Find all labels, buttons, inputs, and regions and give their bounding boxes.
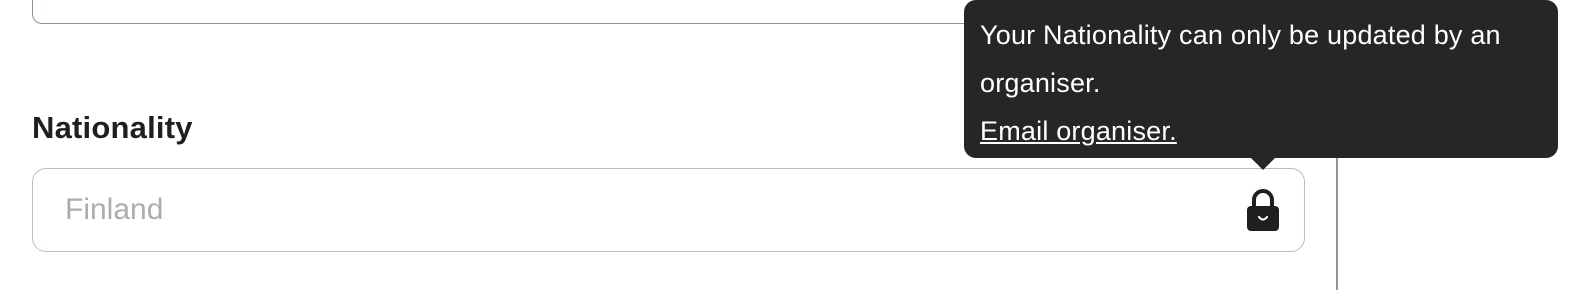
tooltip-arrow: [1250, 157, 1276, 170]
locked-field-tooltip: Your Nationality can only be updated by …: [964, 0, 1558, 170]
nationality-field[interactable]: Finland: [32, 168, 1305, 252]
tooltip-message: Your Nationality can only be updated by …: [980, 20, 1501, 98]
profile-form: Nationality Finland Your Nationality can…: [0, 0, 1584, 290]
nationality-label: Nationality: [32, 110, 193, 145]
lock-icon[interactable]: [1246, 188, 1280, 232]
nationality-value: Finland: [65, 193, 164, 226]
email-organiser-link[interactable]: Email organiser.: [980, 107, 1177, 155]
